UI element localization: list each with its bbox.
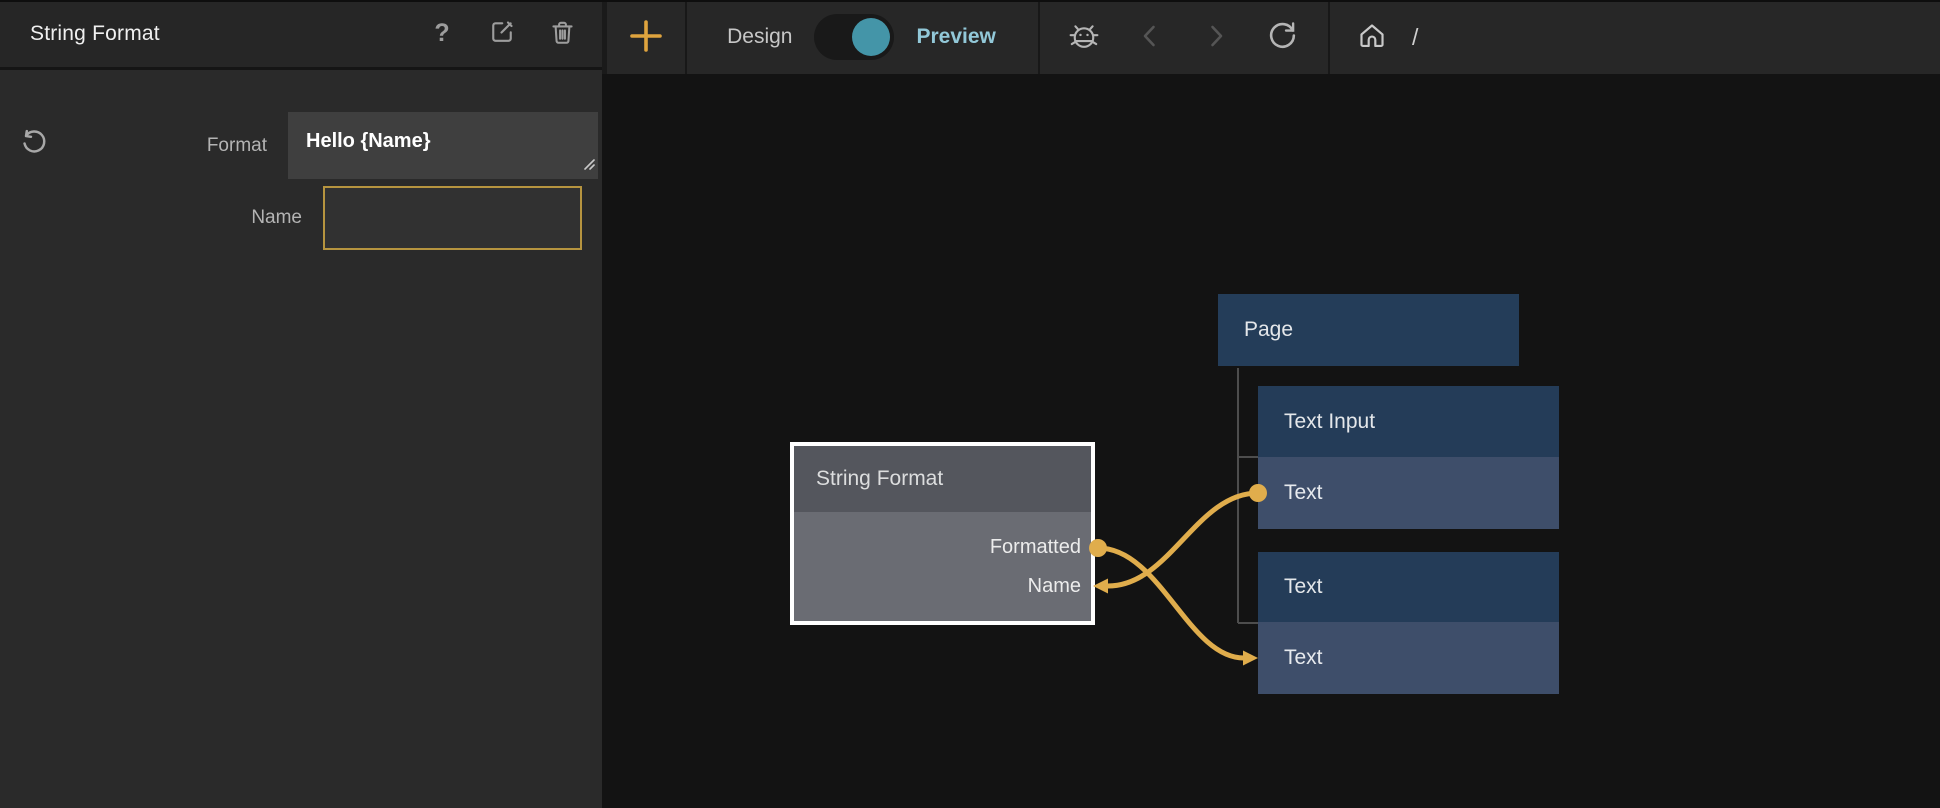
navigation-group [1038,0,1328,74]
mode-switch-group: Design Preview [685,0,1038,74]
pencil-square-icon [487,17,517,50]
format-input[interactable]: Hello {Name} [288,112,598,179]
port-formatted[interactable]: Formatted [794,528,1091,567]
chevron-right-icon [1204,23,1228,52]
node-graph-canvas[interactable]: Page Text Input Text Text Text String Fo… [602,74,1940,808]
breadcrumb-path: / [1412,24,1418,51]
name-field-label: Name [0,186,302,250]
panel-title: String Format [30,22,400,46]
node-text[interactable]: Text Text [1258,552,1559,694]
delete-button[interactable] [544,16,580,52]
node-text-input-title[interactable]: Text Input [1258,386,1559,457]
reload-icon [1266,19,1299,55]
breadcrumb-group: / [1328,0,1418,74]
chevron-left-icon [1138,23,1162,52]
debug-button[interactable] [1066,17,1102,57]
preview-mode-label[interactable]: Preview [916,25,995,49]
add-node-button[interactable] [607,0,685,74]
refresh-button[interactable] [1264,17,1300,57]
node-page[interactable]: Page [1218,294,1519,366]
back-button[interactable] [1132,17,1168,57]
name-input[interactable] [323,186,582,250]
node-text-port-text[interactable]: Text [1258,622,1559,694]
design-preview-toggle[interactable] [814,14,894,60]
house-icon [1356,20,1388,55]
port-name[interactable]: Name [794,567,1091,606]
properties-panel: String Format ? [0,0,602,808]
help-button[interactable]: ? [424,16,460,52]
node-string-format-selected[interactable]: String Format Formatted Name [790,442,1095,625]
resize-handle[interactable] [582,157,595,175]
app-window: String Format ? [0,0,1940,808]
node-string-format-title[interactable]: String Format [794,446,1091,512]
trash-icon [548,18,577,50]
toggle-knob [852,18,890,56]
home-button[interactable] [1356,20,1388,55]
format-field-label: Format [0,112,267,179]
bug-icon [1067,19,1101,56]
node-text-title[interactable]: Text [1258,552,1559,622]
node-text-input-port-text[interactable]: Text [1258,457,1559,529]
plus-icon [627,17,665,58]
format-field-wrap: Hello {Name} [288,112,598,179]
node-text-input[interactable]: Text Input Text [1258,386,1559,529]
properties-panel-header: String Format ? [0,0,602,70]
window-top-edge [0,0,1940,2]
forward-button[interactable] [1198,17,1234,57]
preview-toolbar: Design Preview [602,0,1940,74]
edit-button[interactable] [484,16,520,52]
design-mode-label[interactable]: Design [727,25,792,49]
string-format-ports: Formatted Name [794,512,1091,606]
question-mark-icon: ? [434,19,449,48]
